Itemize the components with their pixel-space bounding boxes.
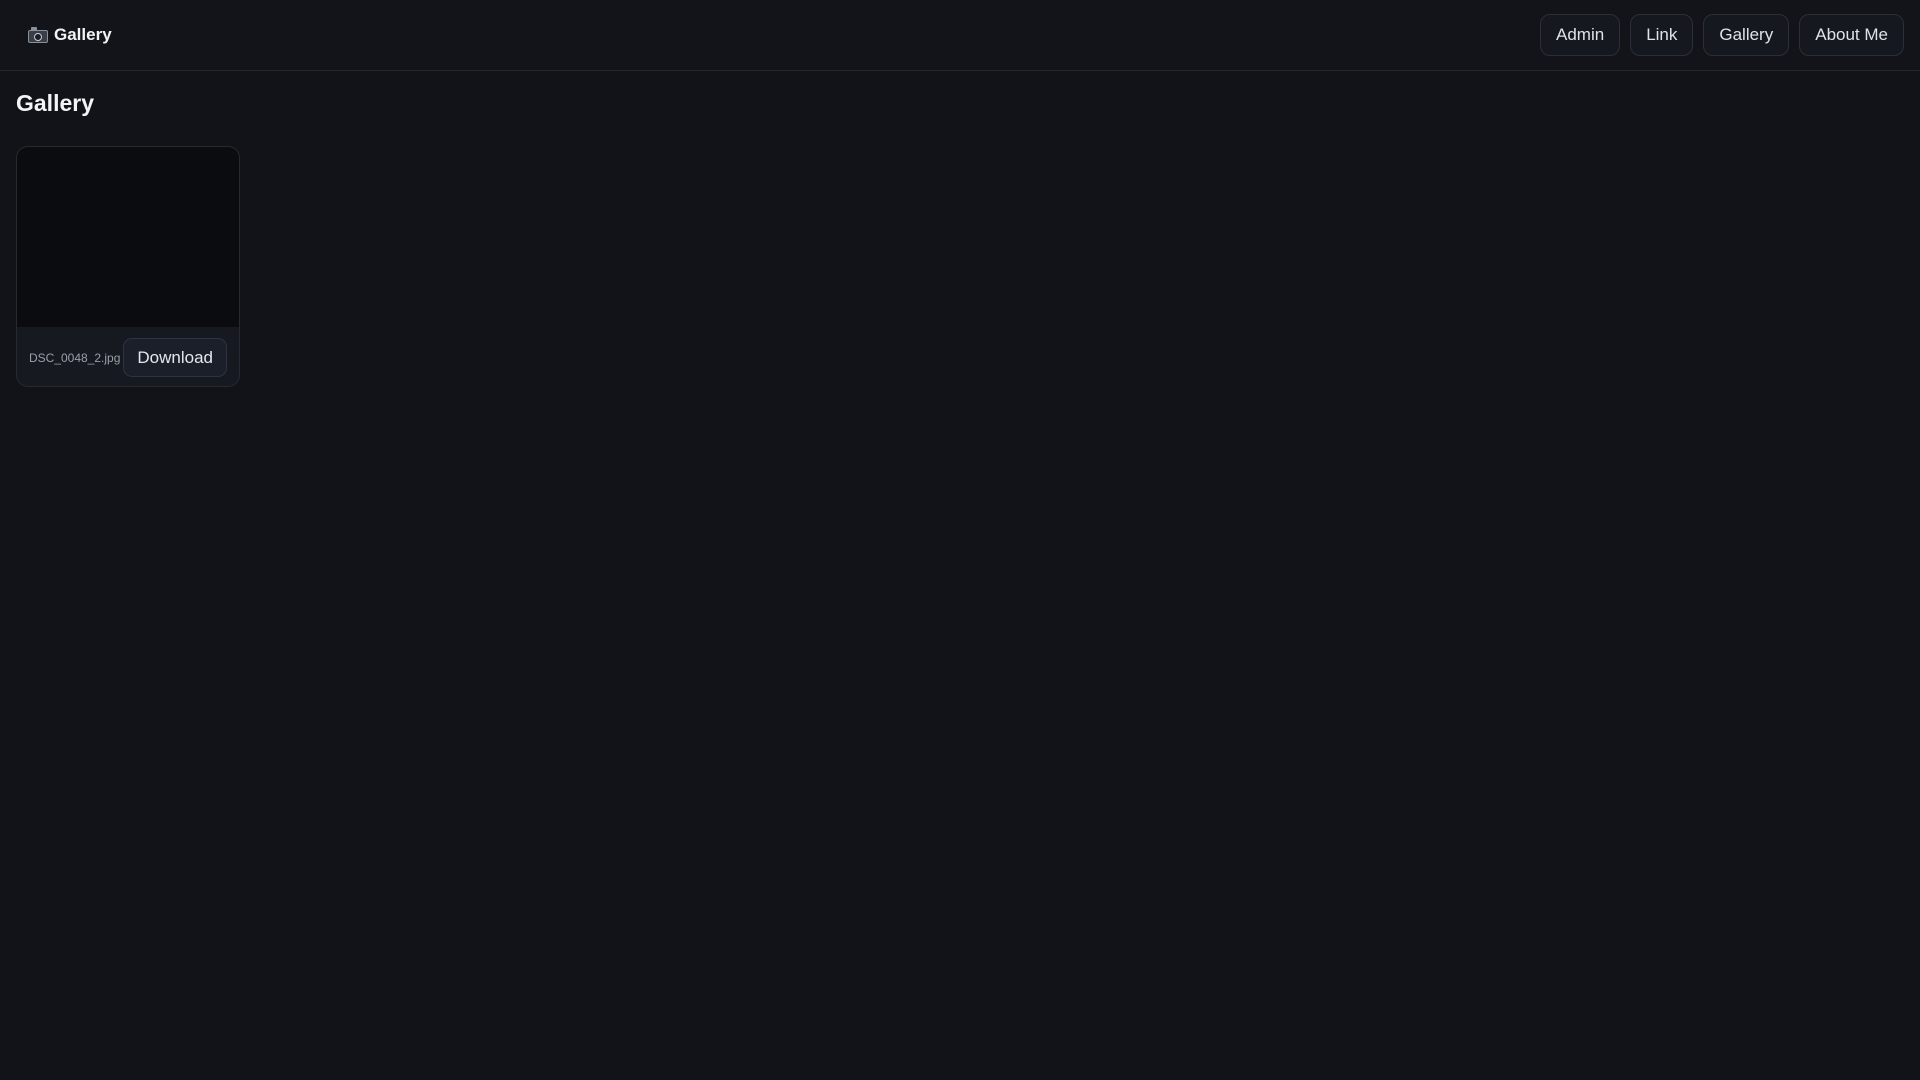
nav-gallery-button[interactable]: Gallery xyxy=(1703,14,1790,56)
photo-card-footer: DSC_0048_2.jpg Download xyxy=(17,327,239,386)
brand-label: Gallery xyxy=(54,25,112,44)
download-button[interactable]: Download xyxy=(123,338,227,377)
top-bar: Gallery Admin Link Gallery About Me xyxy=(0,0,1920,71)
nav-link-button[interactable]: Link xyxy=(1630,14,1694,56)
photo-thumbnail[interactable] xyxy=(17,147,239,327)
nav-admin-button[interactable]: Admin xyxy=(1540,14,1621,56)
photo-filename: DSC_0048_2.jpg xyxy=(29,350,121,365)
brand[interactable]: Gallery xyxy=(28,23,112,47)
page-title: Gallery xyxy=(16,90,94,116)
top-nav: Admin Link Gallery About Me xyxy=(1540,14,1904,56)
photo-card: DSC_0048_2.jpg Download xyxy=(16,146,240,387)
camera-icon xyxy=(28,27,48,43)
nav-about-me-button[interactable]: About Me xyxy=(1799,14,1904,56)
